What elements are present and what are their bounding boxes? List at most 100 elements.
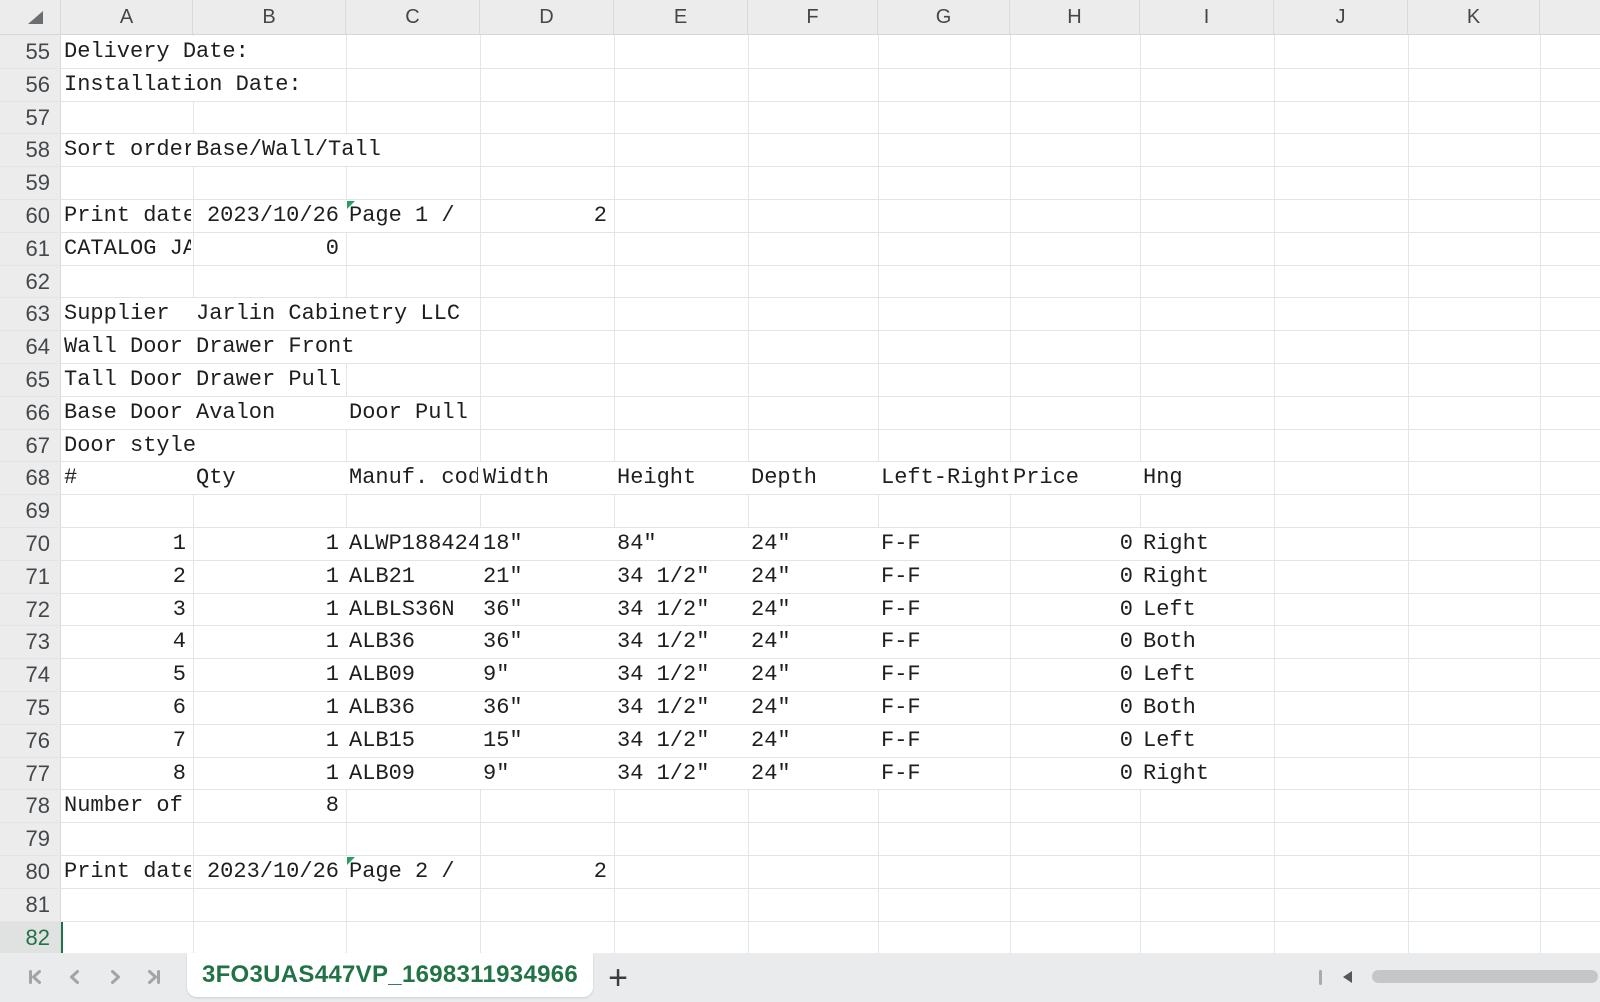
cell-F68[interactable]: Depth — [748, 462, 820, 494]
cell-C76[interactable]: ALB15 — [346, 725, 418, 757]
cell-A64[interactable]: Wall Door — [61, 331, 191, 363]
cell-C66[interactable]: Door Pull — [346, 397, 471, 429]
cell-B70[interactable]: 1 — [323, 528, 342, 560]
cell-D60[interactable]: 2 — [591, 200, 610, 232]
cell-E71[interactable]: 34 1/2″ — [614, 561, 712, 593]
cell-F76[interactable]: 24″ — [748, 725, 794, 757]
select-all-corner[interactable] — [0, 0, 61, 34]
row-header-68[interactable]: 68 — [0, 462, 60, 494]
cell-B78[interactable]: 8 — [323, 790, 342, 822]
row-header-62[interactable]: 62 — [0, 266, 60, 297]
cell-G71[interactable]: F-F — [878, 561, 924, 593]
row-header-63[interactable]: 63 — [0, 298, 60, 330]
column-header-A[interactable]: A — [61, 0, 193, 34]
cell-E77[interactable]: 34 1/2″ — [614, 758, 712, 789]
cell-G77[interactable]: F-F — [878, 758, 924, 789]
cell-B68[interactable]: Qty — [193, 462, 239, 494]
cell-H76[interactable]: 0 — [1117, 725, 1136, 757]
cell-D77[interactable]: 9″ — [480, 758, 512, 789]
cell-C80[interactable]: Page 2 / — [346, 856, 458, 888]
cell-A76[interactable]: 7 — [170, 725, 189, 757]
row-header-64[interactable]: 64 — [0, 331, 60, 363]
cell-I68[interactable]: Hng — [1140, 462, 1186, 494]
cell-F71[interactable]: 24″ — [748, 561, 794, 593]
cell-A68[interactable]: # — [61, 462, 80, 494]
cell-A75[interactable]: 6 — [170, 692, 189, 724]
cell-A66[interactable]: Base Door — [61, 397, 191, 429]
row-header-78[interactable]: 78 — [0, 790, 60, 822]
nav-next-button[interactable] — [104, 967, 126, 989]
cell-B63[interactable]: Jarlin Cabinetry LLC — [193, 298, 463, 330]
cell-C60[interactable]: Page 1 / — [346, 200, 458, 232]
cell-B61[interactable]: 0 — [323, 233, 342, 265]
cell-I77[interactable]: Right — [1140, 758, 1212, 789]
cell-F74[interactable]: 24″ — [748, 659, 794, 691]
cell-I71[interactable]: Right — [1140, 561, 1212, 593]
cell-D72[interactable]: 36″ — [480, 594, 526, 625]
row-header-76[interactable]: 76 — [0, 725, 60, 757]
cell-A80[interactable]: Print date — [61, 856, 191, 888]
cell-G76[interactable]: F-F — [878, 725, 924, 757]
cell-E70[interactable]: 84″ — [614, 528, 660, 560]
row-header-72[interactable]: 72 — [0, 594, 60, 625]
cell-G73[interactable]: F-F — [878, 626, 924, 658]
cell-D73[interactable]: 36″ — [480, 626, 526, 658]
cell-I73[interactable]: Both — [1140, 626, 1199, 658]
cell-A63[interactable]: Supplier — [61, 298, 173, 330]
cell-B72[interactable]: 1 — [323, 594, 342, 625]
row-header-66[interactable]: 66 — [0, 397, 60, 429]
cell-B65[interactable]: Drawer Pull — [193, 364, 344, 396]
cell-F73[interactable]: 24″ — [748, 626, 794, 658]
row-header-80[interactable]: 80 — [0, 856, 60, 888]
cell-A58[interactable]: Sort order: — [61, 134, 191, 166]
column-header-D[interactable]: D — [480, 0, 614, 34]
column-header-E[interactable]: E — [614, 0, 748, 34]
cell-I76[interactable]: Left — [1140, 725, 1199, 757]
column-header-G[interactable]: G — [878, 0, 1010, 34]
cell-G75[interactable]: F-F — [878, 692, 924, 724]
cell-D68[interactable]: Width — [480, 462, 552, 494]
cell-E74[interactable]: 34 1/2″ — [614, 659, 712, 691]
horizontal-scrollbar-thumb[interactable] — [1372, 970, 1598, 983]
cell-B58[interactable]: Base/Wall/Tall — [193, 134, 384, 166]
column-header-C[interactable]: C — [346, 0, 480, 34]
cell-A61[interactable]: CATALOG JA — [61, 233, 191, 265]
cell-B74[interactable]: 1 — [323, 659, 342, 691]
row-header-67[interactable]: 67 — [0, 430, 60, 461]
row-header-70[interactable]: 70 — [0, 528, 60, 560]
cell-A77[interactable]: 8 — [170, 758, 189, 789]
cell-I75[interactable]: Both — [1140, 692, 1199, 724]
cell-I70[interactable]: Right — [1140, 528, 1212, 560]
cell-H72[interactable]: 0 — [1117, 594, 1136, 625]
column-header-partial[interactable] — [1540, 0, 1600, 34]
cell-D70[interactable]: 18″ — [480, 528, 526, 560]
row-header-75[interactable]: 75 — [0, 692, 60, 724]
row-header-82[interactable]: 82 — [0, 922, 60, 953]
cell-A70[interactable]: 1 — [170, 528, 189, 560]
row-header-73[interactable]: 73 — [0, 626, 60, 658]
cell-F75[interactable]: 24″ — [748, 692, 794, 724]
row-header-81[interactable]: 81 — [0, 889, 60, 921]
row-header-61[interactable]: 61 — [0, 233, 60, 265]
cell-A71[interactable]: 2 — [170, 561, 189, 593]
column-header-J[interactable]: J — [1274, 0, 1408, 34]
cell-D75[interactable]: 36″ — [480, 692, 526, 724]
row-header-60[interactable]: 60 — [0, 200, 60, 232]
cell-D80[interactable]: 2 — [591, 856, 610, 888]
row-header-79[interactable]: 79 — [0, 823, 60, 855]
cell-H68[interactable]: Price — [1010, 462, 1082, 494]
cell-C77[interactable]: ALB09 — [346, 758, 418, 789]
cell-A78[interactable]: Number of — [61, 790, 191, 822]
cell-A56[interactable]: Installation Date: — [61, 69, 305, 101]
cell-E73[interactable]: 34 1/2″ — [614, 626, 712, 658]
column-header-F[interactable]: F — [748, 0, 878, 34]
cell-E68[interactable]: Height — [614, 462, 699, 494]
add-sheet-button[interactable]: + — [600, 960, 636, 996]
cell-A73[interactable]: 4 — [170, 626, 189, 658]
cell-C73[interactable]: ALB36 — [346, 626, 418, 658]
cell-B66[interactable]: Avalon — [193, 397, 278, 429]
cell-G72[interactable]: F-F — [878, 594, 924, 625]
cell-A65[interactable]: Tall Door — [61, 364, 191, 396]
row-header-55[interactable]: 55 — [0, 36, 60, 68]
cell-H77[interactable]: 0 — [1117, 758, 1136, 789]
